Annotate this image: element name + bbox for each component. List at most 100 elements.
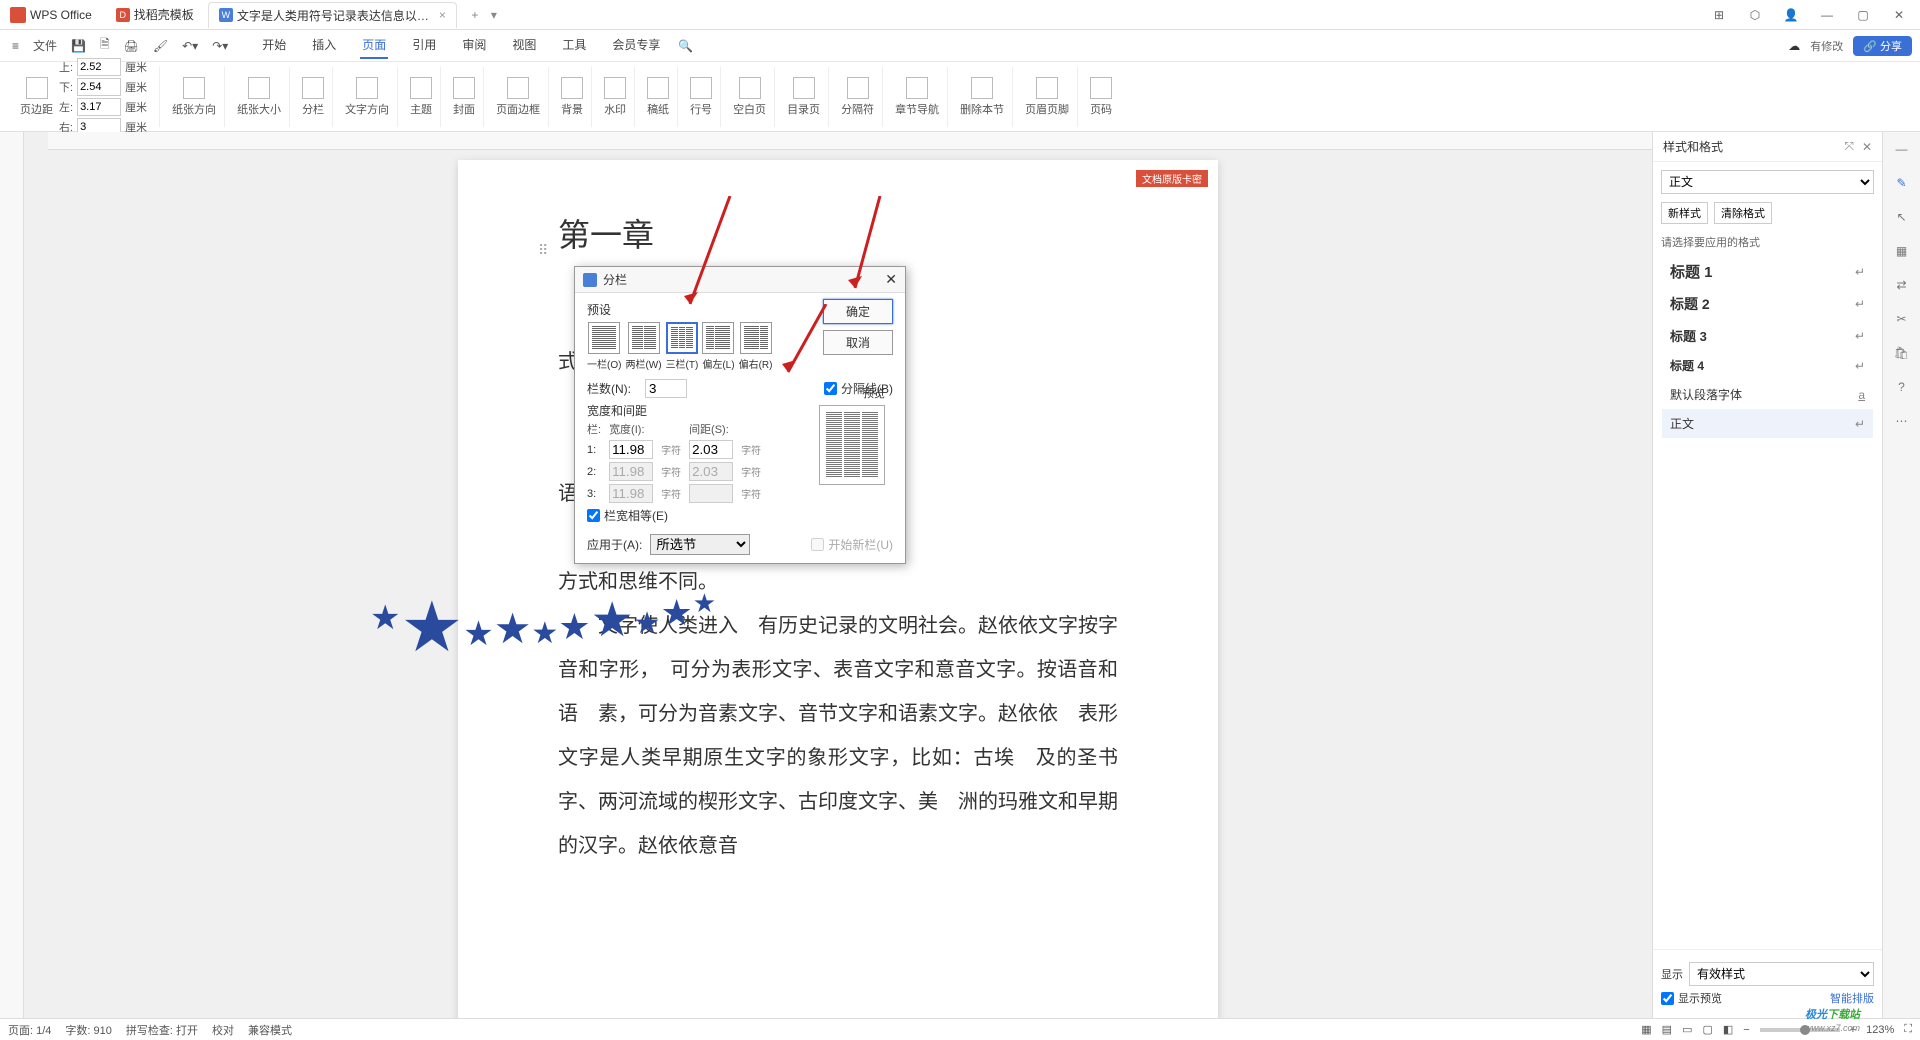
tab-insert[interactable]: 插入 <box>310 32 338 59</box>
bag-icon[interactable]: 🛍 <box>1894 346 1909 360</box>
tab-menu-icon[interactable]: ▾ <box>491 8 497 22</box>
search-icon[interactable]: 🔍 <box>678 39 693 53</box>
preset-three[interactable]: 三栏(T) <box>666 322 699 371</box>
view-icon[interactable]: ▢ <box>1702 1023 1712 1036</box>
print-preview-icon[interactable]: 🗎 <box>96 33 114 58</box>
cover-button[interactable]: 封面 <box>453 77 475 117</box>
header-footer-button[interactable]: 页眉页脚 <box>1025 77 1069 117</box>
undo-icon[interactable]: ↶▾ <box>178 37 202 55</box>
style-heading4[interactable]: 标题 4↵ <box>1662 351 1873 380</box>
style-body[interactable]: 正文↵ <box>1662 409 1873 438</box>
ok-button[interactable]: 确定 <box>823 299 893 324</box>
spell-check-status[interactable]: 拼写检查: 打开 <box>126 1022 198 1038</box>
style-heading2[interactable]: 标题 2↵ <box>1662 288 1873 320</box>
tab-document[interactable]: W 文字是人类用符号记录表达信息以… × <box>208 2 457 28</box>
preset-left[interactable]: 偏左(L) <box>702 322 734 371</box>
minimize-button[interactable]: — <box>1818 8 1836 22</box>
dialog-titlebar[interactable]: 分栏 ✕ <box>575 267 905 293</box>
cols-input[interactable] <box>645 379 687 398</box>
maximize-button[interactable]: ▢ <box>1854 8 1872 22</box>
bottom-margin-input[interactable] <box>77 78 121 96</box>
tab-templates[interactable]: D 找稻壳模板 <box>106 2 204 28</box>
avatar-icon[interactable]: 👤 <box>1782 8 1800 22</box>
tools-icon[interactable]: ✂ <box>1896 312 1906 326</box>
share-button[interactable]: 🔗 分享 <box>1853 36 1912 56</box>
section-nav-button[interactable]: 章节导航 <box>895 77 939 117</box>
close-icon[interactable]: ✕ <box>885 271 897 288</box>
more-icon[interactable]: ⋯ <box>1896 414 1908 428</box>
style-heading3[interactable]: 标题 3↵ <box>1662 320 1873 351</box>
paper-size-button[interactable]: 纸张大小 <box>237 77 281 117</box>
pin-icon[interactable]: ⤧ <box>1844 139 1854 154</box>
fullscreen-icon[interactable]: ⛶ <box>1904 1023 1912 1036</box>
file-menu[interactable]: 文件 <box>29 35 61 56</box>
print-icon[interactable]: 🖨 <box>120 37 143 55</box>
page-border-button[interactable]: 页面边框 <box>496 77 540 117</box>
smart-layout-link[interactable]: 智能排版 <box>1830 990 1874 1006</box>
menu-icon[interactable]: ≡ <box>8 37 23 55</box>
tab-review[interactable]: 审阅 <box>460 32 488 59</box>
break-button[interactable]: 分隔符 <box>841 77 874 117</box>
ruler-vertical[interactable] <box>0 132 24 1018</box>
ruler-horizontal[interactable] <box>48 132 1652 150</box>
view-icon[interactable]: ▤ <box>1662 1023 1672 1036</box>
manuscript-button[interactable]: 稿纸 <box>647 77 669 117</box>
blank-page-button[interactable]: 空白页 <box>733 77 766 117</box>
equal-width-checkbox[interactable]: 栏宽相等(E) <box>587 507 761 524</box>
cloud-icon[interactable]: ☁ <box>1788 39 1800 53</box>
background-button[interactable]: 背景 <box>561 77 583 117</box>
help-icon[interactable]: ? <box>1898 380 1905 394</box>
tab-member[interactable]: 会员专享 <box>610 32 662 59</box>
pencil-icon[interactable]: ✎ <box>1896 176 1906 190</box>
width-1-input[interactable] <box>609 440 653 459</box>
preset-right[interactable]: 偏右(R) <box>739 322 773 371</box>
tab-start[interactable]: 开始 <box>260 32 288 59</box>
text-direction-button[interactable]: 文字方向 <box>345 77 389 117</box>
cancel-button[interactable]: 取消 <box>823 330 893 355</box>
pointer-icon[interactable]: ↖ <box>1896 210 1906 224</box>
layout-icon[interactable]: ⊞ <box>1710 8 1728 22</box>
drag-handle-icon[interactable]: ⠿ <box>538 242 548 259</box>
preset-one[interactable]: 一栏(O) <box>587 322 621 371</box>
view-icon[interactable]: ◧ <box>1723 1023 1733 1036</box>
clear-format-button[interactable]: 清除格式 <box>1714 202 1772 224</box>
page-number-button[interactable]: 页码 <box>1090 77 1112 117</box>
tab-view[interactable]: 视图 <box>510 32 538 59</box>
heading[interactable]: 第一章 <box>558 210 1118 256</box>
proofread[interactable]: 校对 <box>212 1022 234 1038</box>
grid-icon[interactable]: ▦ <box>1896 244 1907 258</box>
view-icon[interactable]: ▭ <box>1682 1023 1692 1036</box>
apply-select[interactable]: 所选节 <box>650 534 750 555</box>
close-button[interactable]: ✕ <box>1890 8 1908 22</box>
show-preview-checkbox[interactable]: 显示预览 <box>1661 990 1722 1006</box>
new-tab-button[interactable]: + <box>465 8 485 22</box>
cube-icon[interactable]: ⬡ <box>1746 8 1764 22</box>
spacing-1-input[interactable] <box>689 440 733 459</box>
columns-button[interactable]: 分栏 <box>302 77 324 117</box>
delete-section-button[interactable]: 删除本节 <box>960 77 1004 117</box>
page-indicator[interactable]: 页面: 1/4 <box>8 1022 51 1038</box>
page-margin-button[interactable]: 页边距 <box>20 77 53 117</box>
tab-page[interactable]: 页面 <box>360 32 388 59</box>
style-heading1[interactable]: 标题 1↵ <box>1662 255 1873 288</box>
line-number-button[interactable]: 行号 <box>690 77 712 117</box>
view-icon[interactable]: ▦ <box>1641 1023 1651 1036</box>
watermark-button[interactable]: 水印 <box>604 77 626 117</box>
top-margin-input[interactable] <box>77 58 121 76</box>
theme-button[interactable]: 主题 <box>410 77 432 117</box>
redo-icon[interactable]: ↷▾ <box>208 37 232 55</box>
word-count[interactable]: 字数: 910 <box>65 1022 111 1038</box>
show-select[interactable]: 有效样式 <box>1689 962 1874 986</box>
zoom-out-button[interactable]: − <box>1743 1024 1749 1036</box>
toc-page-button[interactable]: 目录页 <box>787 77 820 117</box>
style-default-font[interactable]: 默认段落字体a <box>1662 380 1873 409</box>
format-painter-icon[interactable]: 🖌 <box>149 37 172 55</box>
save-icon[interactable]: 💾 <box>67 37 90 55</box>
new-style-button[interactable]: 新样式 <box>1661 202 1708 224</box>
orientation-button[interactable]: 纸张方向 <box>172 77 216 117</box>
left-margin-input[interactable] <box>77 98 121 116</box>
current-style-select[interactable]: 正文 <box>1661 170 1874 194</box>
zoom-level[interactable]: 123% <box>1866 1024 1894 1036</box>
close-icon[interactable]: ✕ <box>1862 140 1872 154</box>
tab-tools[interactable]: 工具 <box>560 32 588 59</box>
